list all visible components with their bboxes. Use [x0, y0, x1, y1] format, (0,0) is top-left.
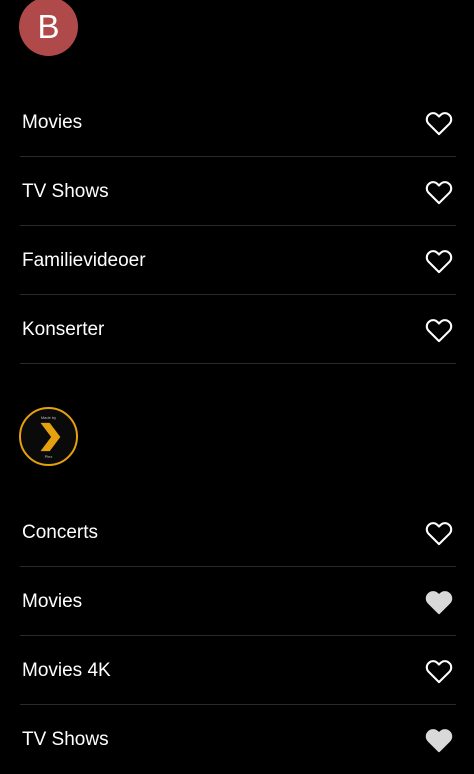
library-row-concerts[interactable]: Concerts — [20, 499, 456, 567]
heart-outline-icon[interactable] — [424, 177, 454, 207]
heart-outline-icon[interactable] — [424, 108, 454, 138]
heart-filled-icon[interactable] — [424, 725, 454, 755]
server-header-1: B — [0, 0, 474, 56]
logo-top-text: Made by — [40, 415, 57, 420]
library-label: TV Shows — [22, 729, 109, 750]
heart-outline-icon[interactable] — [424, 656, 454, 686]
library-label: TV Shows — [22, 180, 109, 202]
heart-outline-icon[interactable] — [424, 315, 454, 345]
heart-filled-icon[interactable] — [424, 587, 454, 617]
server-avatar-2[interactable]: Made by Plex — [19, 407, 78, 466]
library-label: Konserter — [22, 318, 105, 340]
library-row-tv-shows-2[interactable]: TV Shows — [20, 706, 456, 774]
library-label: Movies — [22, 111, 83, 133]
library-row-konserter[interactable]: Konserter — [20, 296, 456, 364]
logo-bottom-text: Plex — [44, 454, 53, 459]
library-label: Familievideoer — [22, 249, 146, 271]
library-label: Concerts — [22, 521, 99, 543]
heart-outline-icon[interactable] — [424, 246, 454, 276]
library-row-movies-2[interactable]: Movies — [20, 568, 456, 636]
library-row-tv-shows[interactable]: TV Shows — [20, 158, 456, 226]
plex-chevron-icon — [32, 420, 66, 454]
library-row-familievideoer[interactable]: Familievideoer — [20, 227, 456, 295]
library-label: Movies 4K — [22, 659, 111, 681]
library-row-movies-4k[interactable]: Movies 4K — [20, 637, 456, 705]
avatar-letter: B — [37, 8, 60, 45]
server-avatar-1[interactable]: B — [19, 0, 78, 56]
server-header-2: Made by Plex — [0, 398, 474, 478]
library-label: Movies — [22, 590, 83, 612]
heart-outline-icon[interactable] — [424, 518, 454, 548]
library-row-movies[interactable]: Movies — [20, 89, 456, 157]
